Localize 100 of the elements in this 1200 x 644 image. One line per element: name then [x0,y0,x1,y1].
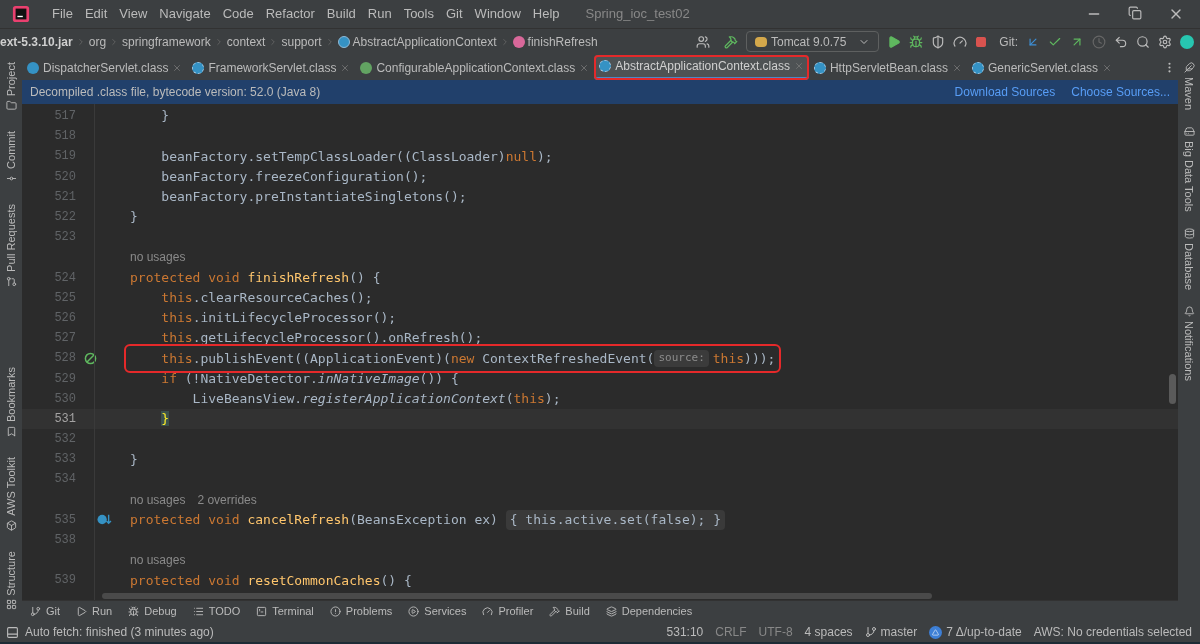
tool-window-button[interactable]: Pull Requests [2,204,20,287]
editor-tab[interactable]: GenericServlet.class [967,55,1118,80]
code-token: cancelRefresh [247,511,350,530]
menu-item[interactable]: Build [326,4,356,24]
menu-item[interactable]: Git [446,4,463,24]
banner-link[interactable]: Download Sources [954,83,1056,101]
code-token: (BeansException ex) [349,511,499,530]
tool-window-button[interactable]: Structure [2,550,20,611]
alert-icon [329,606,341,617]
tool-window-button[interactable]: Maven [1180,62,1198,111]
breadcrumb-item[interactable]: context [226,32,266,51]
debug-icon[interactable] [909,34,924,49]
tool-window-tab[interactable]: Terminal [256,603,314,620]
horizontal-scrollbar[interactable] [102,593,932,599]
editor-tab[interactable]: HttpServletBean.class [808,55,967,80]
usage-hint[interactable]: 2 overrides [197,490,257,509]
feather-icon [1183,62,1195,73]
tool-window-button[interactable]: AWS Toolkit [2,457,20,531]
tool-window-button[interactable]: Bookmarks [2,367,20,438]
breadcrumb-item[interactable]: org [88,32,107,51]
line-number: 520 [54,168,76,186]
branch-icon [30,606,41,617]
build-icon[interactable] [723,34,738,49]
indent-setting[interactable]: 4 spaces [804,623,853,641]
menu-item[interactable]: File [52,4,73,24]
caret-position[interactable]: 531:10 [666,623,704,641]
code-token: () { [349,268,381,287]
tool-window-tab[interactable]: TODO [192,603,241,620]
tool-window-tab[interactable]: Services [408,603,467,620]
settings-icon[interactable] [1158,34,1172,49]
usage-hint[interactable]: no usages [130,490,186,509]
aws-status[interactable]: AWS: No credentials selected [1033,623,1192,641]
code-token: protected void [130,268,241,287]
line-number: 532 [54,431,76,449]
breadcrumb-item[interactable]: finishRefresh [527,32,598,51]
breadcrumb-item[interactable]: support [281,32,322,51]
menu-item[interactable]: View [119,4,148,24]
folded-code[interactable]: { this.active.set(false); } [505,510,726,530]
restore-icon[interactable] [1128,6,1142,20]
tool-window-tab[interactable]: Git [30,603,61,620]
editor-tab[interactable]: ConfigurableApplicationContext.class [355,55,595,80]
breadcrumb-item[interactable]: springframework [122,32,211,51]
app-logo-icon [12,5,30,23]
menu-item[interactable]: Edit [84,4,108,24]
banner-text: Decompiled .class file, bytecode version: 52.0 (Java 8) [30,84,321,101]
menu-item[interactable]: Code [222,4,254,24]
code-token: .publishEvent((ApplicationEvent)( [192,349,451,368]
line-number: 535 [54,511,76,529]
run-icon[interactable] [887,34,902,49]
tool-window-button[interactable]: Notifications [1180,305,1198,381]
line-number: 531 [54,410,76,428]
breadcrumb-item[interactable]: AbstractApplicationContext [352,32,497,51]
database-icon [1183,227,1195,239]
code-token: .initLifecycleProcessor(); [192,309,397,328]
git-branch[interactable]: master [864,623,918,641]
tab-label: FrameworkServlet.class [208,59,337,77]
menu-item[interactable]: Help [532,4,560,24]
status-message: Auto fetch: finished (3 minutes ago) [25,624,214,641]
menu-item[interactable]: Window [474,4,521,24]
menu-item[interactable]: Tools [403,4,434,24]
code-token: protected void [130,511,241,530]
file-encoding[interactable]: UTF-8 [758,623,793,641]
tool-window-tab[interactable]: Run [76,603,113,620]
users-icon[interactable] [695,34,710,49]
usage-hint[interactable]: no usages [130,248,186,267]
code-token: beanFactory.freezeConfiguration(); [160,167,428,186]
tool-window-tab[interactable]: Debug [128,603,177,620]
vcs-status[interactable]: 7 Δ/up-to-date [929,623,1022,641]
editor-tab[interactable]: FrameworkServlet.class [187,55,356,80]
code-token: resetCommonCaches [247,571,381,590]
code-token: registerApplicationContext [302,389,506,408]
search-icon[interactable] [1136,34,1150,49]
usage-hint[interactable]: no usages [130,551,186,570]
tool-window-button[interactable]: Commit [2,131,20,185]
tool-window-button[interactable]: Database [1180,227,1198,290]
tool-window-button[interactable]: Big Data Tools [1180,126,1198,212]
line-ending[interactable]: CRLF [715,623,747,641]
tool-window-tab[interactable]: Dependencies [605,603,693,620]
code-token: this [160,309,193,328]
parameter-hint: source: [654,350,709,367]
editor-tab[interactable]: AbstractApplicationContext.class [594,55,809,80]
tool-window-tab[interactable]: Problems [329,603,393,620]
code-token: ); [537,147,553,166]
tool-window-button[interactable]: Project [2,62,20,112]
tool-window-tab[interactable]: Build [549,603,590,620]
tool-window-tab[interactable]: Profiler [482,603,534,620]
breadcrumb-item[interactable]: ext-5.3.10.jar [0,32,73,51]
vertical-scrollbar[interactable] [1169,374,1176,404]
menu-item[interactable]: Navigate [159,4,211,24]
code-token: if [160,369,178,388]
menu-item[interactable]: Refactor [265,4,315,24]
rollback-icon[interactable] [1114,34,1128,49]
editor-tab[interactable]: DispatcherServlet.class [22,55,188,80]
stop-icon[interactable] [975,35,988,48]
panel-icon[interactable] [6,625,19,639]
run-config-dropdown[interactable]: Tomcat 9.0.75 [745,31,880,52]
code-token: beanFactory.preInstantiateSingletons(); [160,188,467,207]
menu-item[interactable]: Run [367,4,392,24]
line-number: 528 [54,350,76,368]
banner-link[interactable]: Choose Sources... [1071,83,1170,101]
